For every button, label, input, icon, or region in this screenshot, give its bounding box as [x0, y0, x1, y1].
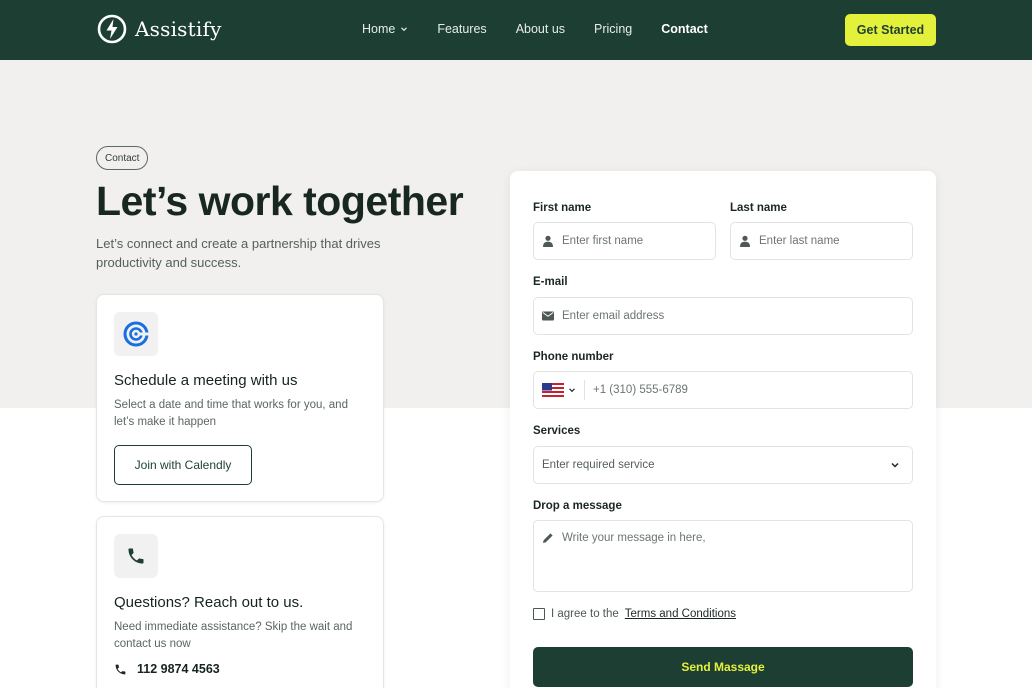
message-label: Drop a message	[533, 500, 622, 512]
calendly-icon-box	[114, 312, 158, 356]
pencil-icon	[543, 533, 553, 543]
phone-input[interactable]	[593, 384, 912, 396]
nav-home-label: Home	[362, 22, 396, 36]
send-message-button[interactable]: Send Massage	[533, 647, 913, 687]
phone-contact-row[interactable]: 112 9874 4563	[114, 662, 220, 676]
page-subtitle: Let’s connect and create a partnership t…	[96, 236, 381, 270]
meeting-card: Schedule a meeting with us Select a date…	[96, 294, 384, 502]
last-name-field[interactable]	[730, 222, 913, 260]
agree-text: I agree to the	[551, 608, 619, 620]
meeting-card-title: Schedule a meeting with us	[114, 372, 298, 389]
phone-label: Phone number	[533, 351, 614, 363]
mail-icon	[542, 311, 554, 321]
services-label: Services	[533, 425, 581, 437]
phone-icon	[128, 548, 144, 564]
terms-link[interactable]: Terms and Conditions	[625, 608, 736, 620]
join-calendly-button[interactable]: Join with Calendly	[114, 445, 252, 485]
brand-name: Assistify	[135, 17, 222, 41]
terms-agreement: I agree to the Terms and Conditions	[533, 608, 736, 620]
last-name-label: Last name	[730, 202, 787, 214]
services-placeholder: Enter required service	[542, 459, 655, 471]
message-input[interactable]	[562, 532, 912, 582]
first-name-input[interactable]	[562, 235, 715, 247]
email-label: E-mail	[533, 276, 568, 288]
last-name-input[interactable]	[759, 235, 912, 247]
get-started-button[interactable]: Get Started	[845, 14, 936, 46]
country-selector[interactable]	[542, 380, 585, 400]
email-input[interactable]	[562, 310, 912, 322]
us-flag-icon	[542, 383, 564, 397]
user-icon	[740, 235, 750, 247]
questions-card-title: Questions? Reach out to us.	[114, 594, 304, 611]
page-title: Let’s work together	[96, 178, 464, 224]
email-field[interactable]	[533, 297, 913, 335]
chevron-down-icon	[401, 27, 408, 32]
nav-about[interactable]: About us	[516, 22, 565, 36]
main-nav: Home Features About us Pricing Contact	[362, 22, 708, 36]
chevron-down-icon	[891, 462, 899, 468]
phone-small-icon	[115, 664, 126, 674]
nav-contact[interactable]: Contact	[661, 22, 708, 36]
chevron-down-icon	[569, 388, 575, 393]
phone-field[interactable]	[533, 371, 913, 409]
lightning-logo-icon	[97, 14, 127, 44]
contact-form: First name Last name E-mail Phone number…	[510, 171, 936, 688]
phone-number: 112 9874 4563	[137, 662, 220, 676]
nav-features[interactable]: Features	[437, 22, 486, 36]
nav-pricing[interactable]: Pricing	[594, 22, 632, 36]
navbar: Assistify Home Features About us Pricing…	[0, 0, 1032, 60]
calendly-icon	[123, 321, 149, 347]
phone-icon-box	[114, 534, 158, 578]
brand-logo[interactable]: Assistify	[97, 14, 222, 44]
section-pill: Contact	[96, 146, 149, 170]
meeting-card-text: Select a date and time that works for yo…	[114, 399, 348, 428]
services-select[interactable]: Enter required service	[533, 446, 913, 484]
nav-home[interactable]: Home	[362, 22, 408, 36]
message-field[interactable]	[533, 520, 913, 592]
first-name-label: First name	[533, 202, 592, 214]
questions-card-text: Need immediate assistance? Skip the wait…	[114, 621, 353, 650]
terms-checkbox[interactable]	[533, 608, 545, 620]
questions-card: Questions? Reach out to us. Need immedia…	[96, 516, 384, 688]
user-icon	[543, 235, 553, 247]
first-name-field[interactable]	[533, 222, 716, 260]
